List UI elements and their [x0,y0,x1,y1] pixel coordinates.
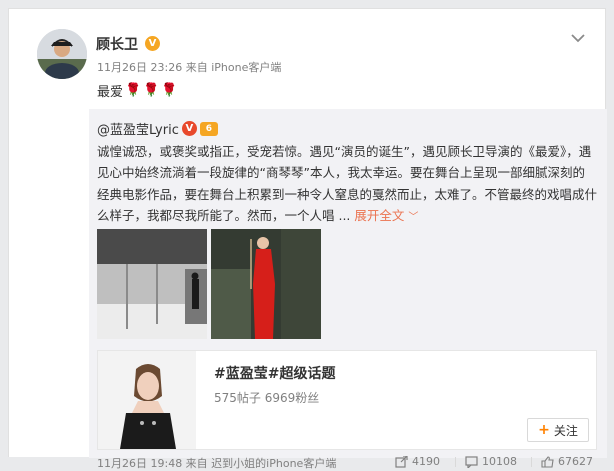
expand-label[interactable]: 展开全文 [354,208,404,223]
rose-icon: 🌹 [125,83,142,98]
post-timestamp[interactable]: 11月26日 23:26 [97,61,182,74]
thumbs-up-icon [541,455,554,468]
topic-avatar[interactable] [98,351,196,449]
verified-badge-icon: V [181,121,197,136]
repost-box: @蓝盈莹Lyric V 6 诚惶诚恐，或褒奖或指正，受宠若惊。遇见“演员的诞生”… [89,109,607,470]
post-text: 最爱 [97,85,124,100]
source-prefix: 来自 [185,61,208,74]
post-meta: 11月26日 23:26 来自 iPhone客户端 [97,59,281,75]
comment-icon [465,455,478,468]
repost-author[interactable]: @蓝盈莹Lyric [97,119,179,138]
topic-stats: 575帖子 6969粉丝 [214,391,320,405]
weibo-card: 顾长卫 V 11月26日 23:26 来自 iPhone客户端 最爱 🌹 🌹 🌹… [8,8,607,470]
post-text-row: 最爱 🌹 🌹 🌹 [97,81,178,100]
repost-icon [395,455,408,468]
rose-icon: 🌹 [143,83,160,98]
super-topic-card[interactable]: #蓝盈莹#超级话题 575帖子 6969粉丝 + 关注 [97,350,597,450]
follow-label: 关注 [553,423,578,438]
photo-thumbnail[interactable] [97,229,207,339]
verified-badge-icon: V [145,36,160,51]
vip-badge-icon[interactable]: 6 [199,121,218,136]
repost-meta[interactable]: 11月26日 19:48 来自 迟到小姐的iPhone客户端 [97,455,336,471]
chevron-down-icon[interactable] [569,31,587,45]
follow-button[interactable]: + 关注 [527,418,589,442]
divider [455,457,456,467]
avatar[interactable] [37,29,87,79]
topic-title[interactable]: #蓝盈莹#超级话题 [214,363,335,383]
repost-text-block: 诚惶诚恐，或褒奖或指正，受宠若惊。遇见“演员的诞生”，遇见顾长卫导演的《最爱》，… [97,141,597,228]
repost-author-row: @蓝盈莹Lyric V 6 [97,119,218,138]
expand-full-text-link[interactable]: 展开全文 ﹀ [354,208,418,223]
chevron-down-icon: ﹀ [408,211,419,223]
repost-text: 诚惶诚恐，或褒奖或指正，受宠若惊。遇见“演员的诞生”，遇见顾长卫导演的《最爱》，… [97,144,598,223]
rose-icon: 🌹 [161,83,178,98]
photo-thumbnail[interactable] [211,229,321,339]
username[interactable]: 顾长卫 [96,34,138,54]
plus-icon: + [538,422,550,438]
post-source[interactable]: iPhone客户端 [211,61,281,74]
divider [531,457,532,467]
